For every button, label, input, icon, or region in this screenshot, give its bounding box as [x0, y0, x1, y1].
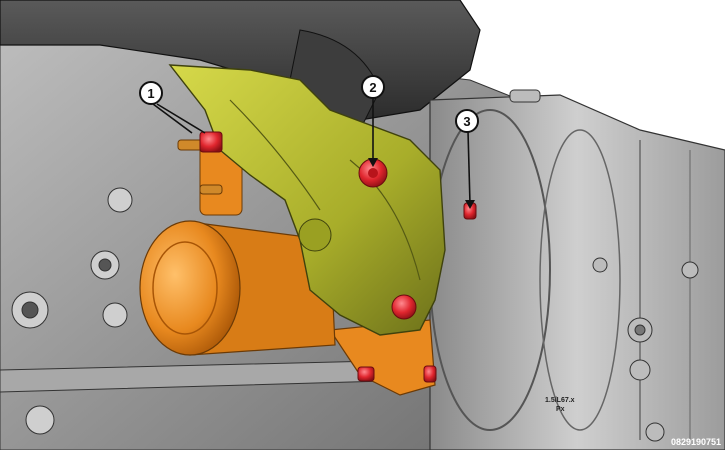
case-stamp-line1: 1.5/L67.x — [545, 397, 575, 404]
starter-end-cap — [139, 220, 241, 356]
callout-3: 3 — [455, 109, 479, 133]
bracket-boss — [298, 218, 332, 252]
transmission-housing — [429, 94, 725, 450]
starter-terminal — [199, 184, 223, 195]
case-stamp-line2: Px — [556, 406, 565, 413]
starter-motor-diagram: 1.5/L67.x Px 1 2 3 — [0, 0, 725, 450]
callout-2-label: 2 — [369, 80, 376, 95]
figure-id: 0829190751 — [670, 437, 721, 447]
callout-1: 1 — [139, 81, 163, 105]
callout-3-label: 3 — [463, 114, 470, 129]
callout-2: 2 — [361, 75, 385, 99]
callout-1-label: 1 — [147, 86, 154, 101]
fastener-bolt-1 — [199, 131, 223, 153]
